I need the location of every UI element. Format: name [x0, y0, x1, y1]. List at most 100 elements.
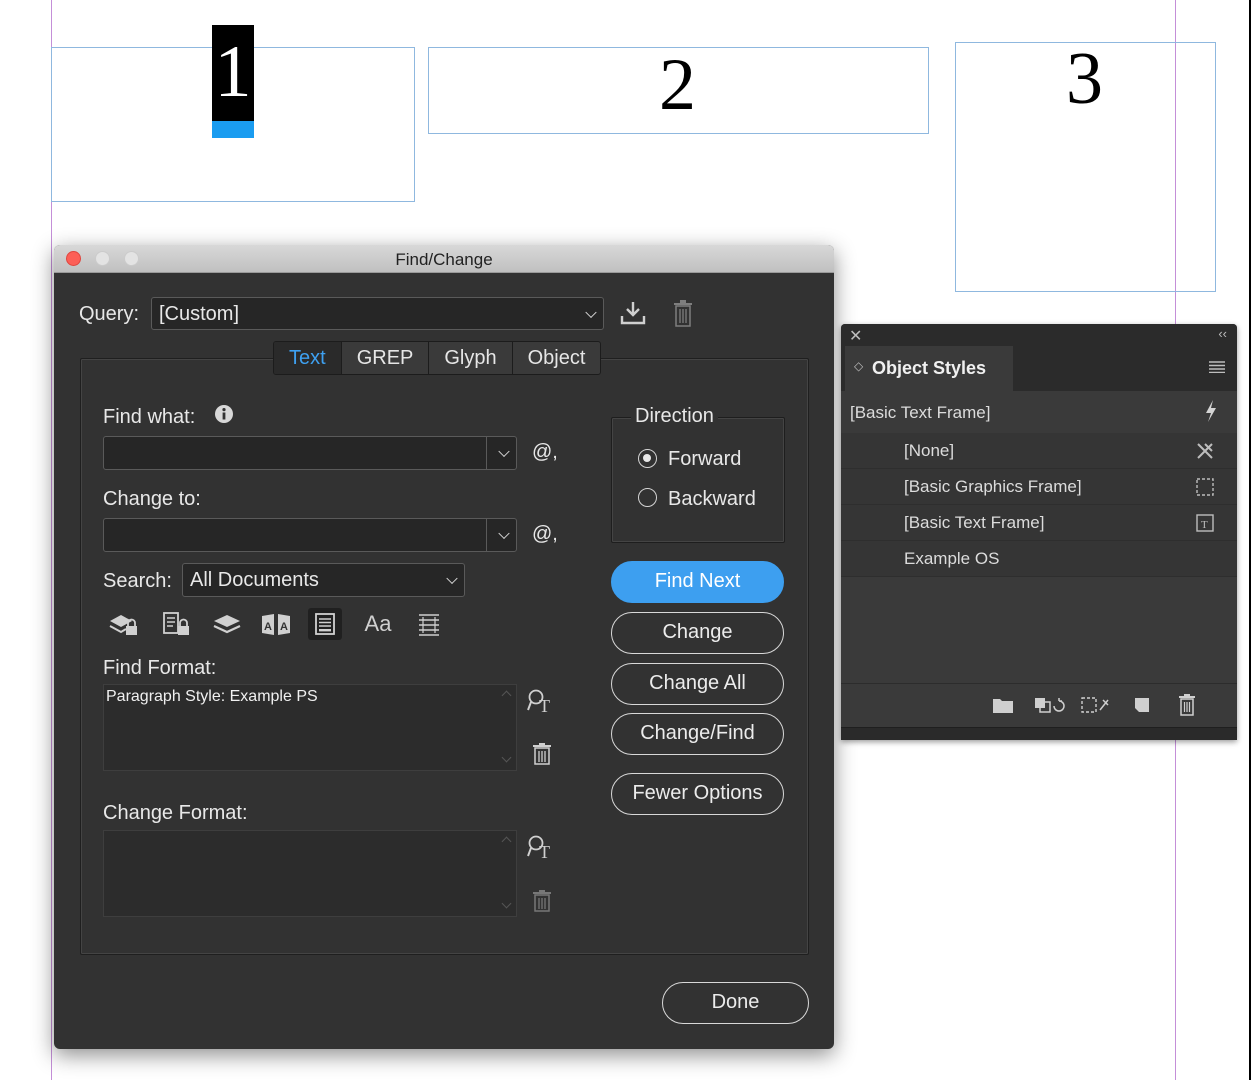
specify-find-format-icon[interactable]: T — [527, 688, 557, 714]
fewer-options-button[interactable]: Fewer Options — [611, 773, 784, 815]
panel-footer — [841, 683, 1237, 729]
search-label: Search: — [103, 570, 172, 592]
info-icon[interactable] — [214, 404, 234, 424]
special-characters-change-icon[interactable]: @, — [532, 523, 558, 546]
current-style-label: [Basic Text Frame] — [850, 403, 991, 422]
frame-1-number: 1 — [214, 31, 252, 113]
collapse-panel-icon[interactable]: ‹‹ — [1218, 326, 1227, 341]
delete-query-icon[interactable] — [672, 300, 694, 327]
find-format-value: Paragraph Style: Example PS — [106, 688, 318, 705]
svg-text:T: T — [539, 696, 550, 714]
panel-menu-icon[interactable] — [1209, 360, 1225, 378]
svg-text:A: A — [280, 621, 288, 633]
scroll-down-icon[interactable] — [501, 752, 512, 763]
clear-find-format-icon[interactable] — [532, 743, 552, 765]
backward-radio[interactable] — [638, 488, 657, 507]
list-item[interactable]: Example OS — [841, 541, 1237, 577]
quick-apply-icon[interactable] — [1203, 399, 1219, 428]
chevron-down-icon[interactable] — [498, 527, 510, 540]
tab-object-styles[interactable]: ◇ Object Styles — [845, 346, 1013, 391]
query-label: Query: — [79, 303, 140, 325]
scroll-up-icon[interactable] — [501, 690, 512, 701]
direction-label: Direction — [631, 405, 718, 428]
specify-change-format-icon[interactable]: T — [527, 834, 557, 860]
tab-object[interactable]: Object — [513, 342, 601, 374]
tab-glyph[interactable]: Glyph — [429, 342, 513, 374]
updown-icon: ◇ — [854, 359, 864, 373]
case-sensitive-icon[interactable]: Aa — [361, 608, 395, 640]
find-format-label: Find Format: — [103, 657, 217, 679]
chevron-down-icon[interactable] — [498, 445, 510, 458]
change-format-label: Change Format: — [103, 802, 248, 824]
save-query-icon[interactable] — [619, 300, 647, 326]
dialog-title: Find/Change — [395, 250, 493, 269]
change-to-input[interactable] — [103, 518, 517, 552]
include-hidden-layers-icon[interactable] — [210, 608, 244, 640]
svg-text:A: A — [264, 621, 272, 633]
list-item[interactable]: [Basic Text Frame] T — [841, 505, 1237, 541]
include-locked-layers-icon[interactable] — [107, 608, 141, 640]
include-master-pages-icon[interactable]: AA — [259, 608, 293, 640]
tab-text[interactable]: Text — [274, 342, 342, 374]
list-item[interactable]: [Basic Graphics Frame] — [841, 469, 1237, 505]
panel-header-bar[interactable]: ✕ ‹‹ — [841, 324, 1237, 346]
none-style-icon — [1195, 441, 1215, 466]
backward-label[interactable]: Backward — [668, 488, 756, 511]
change-find-button[interactable]: Change/Find — [611, 713, 784, 755]
include-locked-stories-icon[interactable] — [160, 608, 194, 640]
forward-label[interactable]: Forward — [668, 448, 741, 471]
new-style-group-icon[interactable] — [992, 696, 1014, 719]
text-frame-icon: T — [1195, 513, 1215, 538]
done-button[interactable]: Done — [662, 982, 809, 1024]
forward-radio[interactable] — [638, 449, 657, 468]
find-what-label: Find what: — [103, 406, 196, 428]
style-name: Example OS — [904, 549, 1000, 568]
graphics-frame-icon — [1195, 477, 1215, 502]
chevron-down-icon — [585, 306, 597, 318]
dropdown-divider — [486, 437, 487, 469]
create-new-style-icon[interactable] — [1133, 696, 1151, 719]
frame-1-number-selected[interactable]: 1 — [212, 25, 254, 138]
direction-group — [611, 417, 785, 543]
query-select[interactable]: [Custom] — [151, 297, 604, 330]
scroll-up-icon[interactable] — [501, 836, 512, 847]
dialog-titlebar[interactable]: Find/Change — [54, 245, 834, 273]
change-all-button[interactable]: Change All — [611, 663, 784, 705]
chevron-down-icon — [446, 572, 458, 585]
dropdown-divider — [486, 519, 487, 551]
frame-2-number: 2 — [659, 44, 696, 126]
page-edge — [1249, 0, 1251, 1080]
search-scope-value: All Documents — [190, 569, 319, 591]
change-to-label: Change to: — [103, 488, 201, 510]
panel-tab-row: ◇ Object Styles — [841, 346, 1237, 391]
style-name: [None] — [904, 441, 955, 460]
search-scope-select[interactable]: All Documents — [182, 563, 465, 597]
whole-word-icon[interactable] — [412, 608, 446, 640]
find-next-button[interactable]: Find Next — [611, 561, 784, 603]
change-button[interactable]: Change — [611, 612, 784, 654]
panel-title: Object Styles — [872, 358, 987, 378]
close-panel-icon[interactable]: ✕ — [849, 326, 862, 346]
clear-overrides-icon[interactable] — [1034, 696, 1066, 719]
svg-text:T: T — [1201, 519, 1208, 531]
query-value: [Custom] — [159, 303, 240, 325]
frame-3-number: 3 — [1066, 38, 1103, 120]
delete-style-icon[interactable] — [1178, 694, 1196, 721]
special-characters-find-icon[interactable]: @, — [532, 441, 558, 464]
tab-grep[interactable]: GREP — [342, 342, 430, 374]
find-format-box[interactable]: Paragraph Style: Example PS — [103, 684, 517, 771]
object-styles-panel: ✕ ‹‹ ◇ Object Styles [Basic Text Frame] … — [841, 324, 1237, 740]
clear-non-style-attributes-icon[interactable] — [1081, 696, 1111, 719]
find-what-input[interactable] — [103, 436, 517, 470]
search-type-tabs: Text GREP Glyph Object — [273, 341, 602, 375]
clear-change-format-icon[interactable] — [532, 890, 552, 912]
current-style-row: [Basic Text Frame] — [841, 395, 1237, 431]
resize-grip[interactable] — [841, 727, 1237, 740]
find-change-dialog: Find/Change Query: [Custom] Text GREP Gl… — [54, 245, 834, 1049]
list-item[interactable]: [None] — [841, 433, 1237, 469]
style-name: [Basic Text Frame] — [904, 513, 1045, 532]
include-footnotes-icon[interactable] — [308, 608, 342, 640]
change-format-box[interactable] — [103, 830, 517, 917]
scroll-down-icon[interactable] — [501, 898, 512, 909]
style-name: [Basic Graphics Frame] — [904, 477, 1082, 496]
